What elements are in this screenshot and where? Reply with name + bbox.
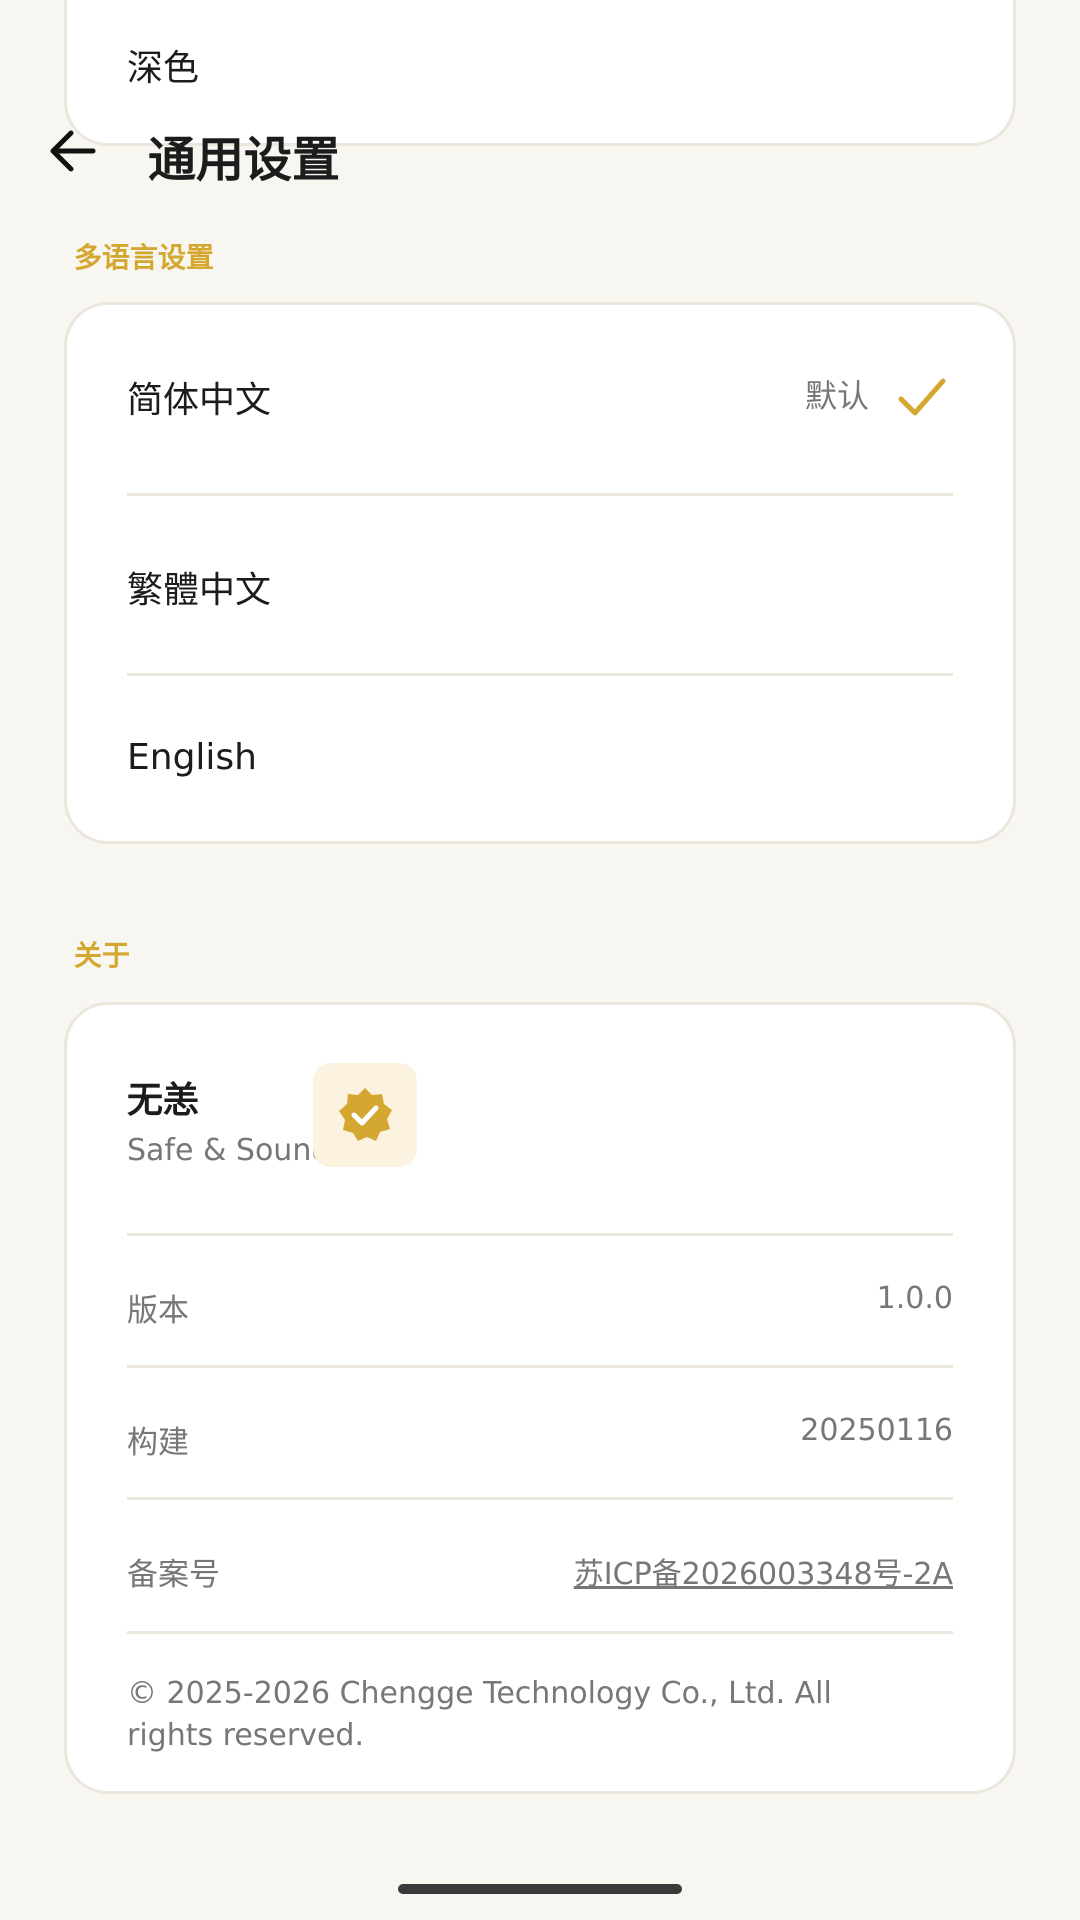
icp-link[interactable]: 苏ICP备2026003348号-2A — [574, 1549, 953, 1593]
language-item-label: 简体中文 — [127, 380, 272, 421]
about-card: 无恙 Safe & Sound 版本 1.0.0 构建 20250116 备案号… — [64, 1002, 1016, 1794]
app-badge — [313, 1063, 417, 1167]
default-tag: 默认 — [804, 377, 869, 415]
language-item-label: English — [127, 737, 257, 778]
divider — [127, 673, 953, 676]
app-name: 无恙 — [127, 1080, 200, 1121]
arrow-left-icon — [50, 130, 96, 172]
language-section-label: 多语言设置 — [74, 241, 215, 274]
language-item-traditional-chinese[interactable]: 繁體中文 — [127, 561, 953, 613]
verified-badge-icon — [339, 1088, 392, 1141]
version-label: 版本 — [127, 1293, 189, 1329]
app-subtitle: Safe & Sound — [127, 1133, 331, 1168]
theme-dark-option[interactable]: 深色 — [127, 39, 199, 91]
build-value: 20250116 — [800, 1413, 953, 1448]
divider — [127, 493, 953, 496]
about-section-label: 关于 — [74, 939, 131, 972]
back-button[interactable] — [46, 124, 100, 178]
divider — [127, 1365, 953, 1368]
icp-label: 备案号 — [127, 1557, 220, 1593]
language-card: 简体中文 默认 繁體中文 English — [64, 302, 1016, 844]
version-value: 1.0.0 — [876, 1281, 953, 1316]
build-label: 构建 — [127, 1425, 189, 1461]
language-item-english[interactable]: English — [127, 737, 953, 778]
divider — [127, 1233, 953, 1236]
general-settings-page: 深色 通用设置 多语言设置 简体中文 默认 繁體中文 English 关于 无恙 — [0, 0, 1080, 1920]
check-icon — [898, 378, 946, 416]
divider — [127, 1497, 953, 1500]
copyright-text: © 2025-2026 Chengge Technology Co., Ltd.… — [127, 1676, 832, 1753]
divider — [127, 1631, 953, 1634]
header: 通用设置 — [0, 110, 1080, 190]
page-title: 通用设置 — [148, 132, 341, 188]
home-indicator[interactable] — [398, 1884, 682, 1894]
language-item-label: 繁體中文 — [127, 570, 272, 611]
